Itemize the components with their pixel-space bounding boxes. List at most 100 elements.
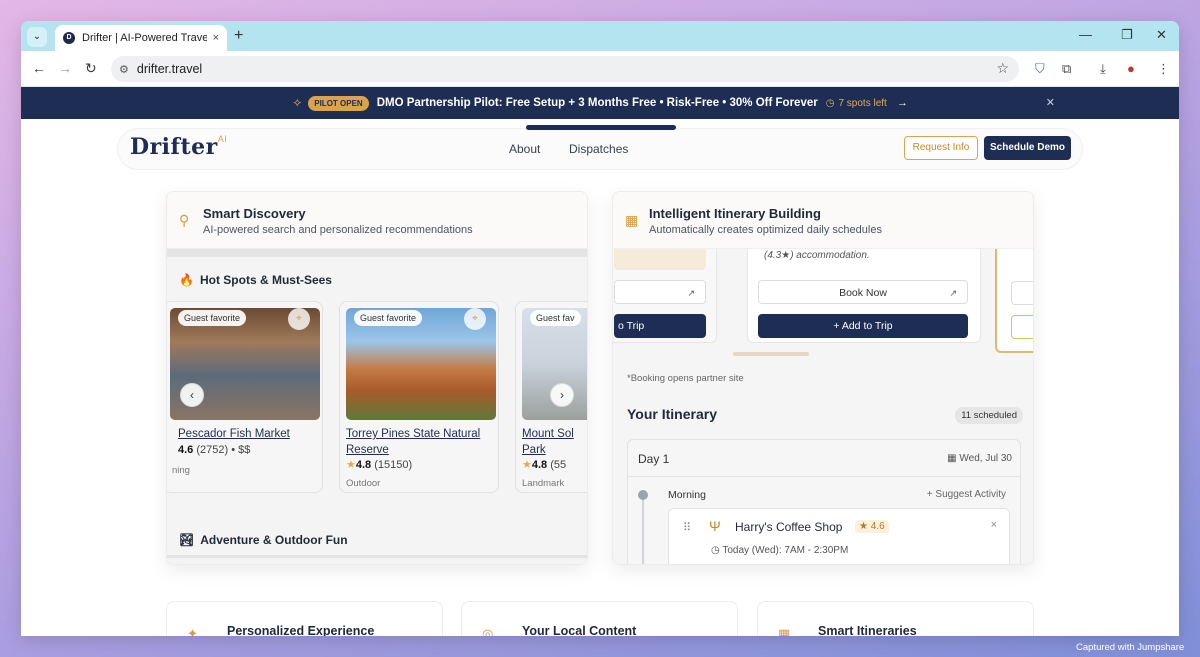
external-link-icon: ↗ <box>949 288 957 298</box>
feature-title: Your Local Content <box>522 624 637 636</box>
divider <box>628 476 1020 477</box>
browser-window: ⌄ D Drifter | AI-Powered Travel Planning… <box>21 21 1179 636</box>
itinerary-card: ▦ Intelligent Itinerary Building Automat… <box>612 191 1034 565</box>
suggest-activity-button[interactable]: + Suggest Activity <box>927 489 1006 500</box>
reload-icon[interactable]: ↻ <box>85 60 97 77</box>
place-rating: ★4.8 (15150) <box>346 459 413 471</box>
place-name[interactable]: Torrey Pines State Natural Reserve <box>346 426 496 458</box>
place-category: Landmark <box>522 478 565 489</box>
your-itinerary-heading: Your Itinerary <box>627 406 717 422</box>
tab-close-icon[interactable]: × <box>213 32 219 44</box>
itinerary-body: ↗ o Trip (4.3★) accommodation. Book Now ↗… <box>613 249 1033 564</box>
banner-arrow-icon[interactable]: → <box>897 97 908 109</box>
spots-left: 7 spots left <box>838 97 887 109</box>
place-rating: ★4.8 (55 <box>522 459 567 471</box>
banner-close-icon[interactable]: ✕ <box>1046 96 1055 109</box>
nav-dispatches-link[interactable]: Dispatches <box>569 142 628 156</box>
request-info-button[interactable]: Request Info <box>904 136 978 160</box>
fire-icon: 🔥 <box>179 273 194 287</box>
timeline-dot <box>638 490 648 500</box>
url-field[interactable]: ⚙ drifter.travel ☆ <box>111 56 1019 82</box>
itinerary-title: Intelligent Itinerary Building <box>649 206 821 221</box>
drag-handle-icon[interactable]: ⠿ <box>683 521 691 534</box>
day-date: ▦ Wed, Jul 30 <box>947 453 1012 464</box>
itinerary-subtitle: Automatically creates optimized daily sc… <box>649 224 882 236</box>
browser-tab[interactable]: D Drifter | AI-Powered Travel Planning × <box>55 25 227 51</box>
hot-spots-label: Hot Spots & Must-Sees <box>199 273 332 287</box>
activity-rating: ★ 4.6 <box>855 520 889 533</box>
place-name[interactable]: Pescador Fish Market <box>178 426 322 442</box>
shield-extension-icon[interactable]: ⛉ <box>1035 61 1045 77</box>
carousel-next-button[interactable]: › <box>550 383 574 407</box>
adventure-label: Adventure & Outdoor Fun <box>200 533 348 547</box>
tab-search-icon[interactable]: ⌄ <box>27 27 47 47</box>
adventure-heading: 🏞 Adventure & Outdoor Fun <box>179 533 348 547</box>
place-category: ning <box>172 465 190 476</box>
sparkle-icon: ✧ <box>292 96 303 110</box>
back-icon[interactable]: ← <box>32 60 46 76</box>
nav-indicator <box>526 125 676 130</box>
drifter-logo[interactable]: DrifterAI <box>130 134 227 160</box>
favicon-icon: D <box>63 32 75 44</box>
calendar-small-icon: ▦ <box>947 453 957 464</box>
book-now-button[interactable]: Book Now ↗ <box>758 280 968 304</box>
day-panel: Day 1 ▦ Wed, Jul 30 Morning + Suggest Ac… <box>627 439 1021 564</box>
menu-icon[interactable]: ⋮ <box>1157 61 1170 77</box>
minimize-icon[interactable]: — <box>1079 27 1092 42</box>
bookmark-star-icon[interactable]: ☆ <box>996 60 1009 77</box>
discovery-title: Smart Discovery <box>203 206 306 221</box>
feature-title: Smart Itineraries <box>818 624 917 636</box>
place-name[interactable]: Mount Sol Park <box>522 426 582 458</box>
map-pin-icon[interactable]: ⌖ <box>288 308 310 330</box>
morning-label: Morning <box>668 489 706 501</box>
map-pin-icon[interactable]: ⌖ <box>464 308 486 330</box>
booking-note: *Booking opens partner site <box>627 373 744 384</box>
schedule-demo-button[interactable]: Schedule Demo <box>984 136 1071 160</box>
book-now-button[interactable] <box>1011 281 1033 305</box>
feature-card: ◎ Your Local Content <box>461 601 738 636</box>
logo-ai: AI <box>217 134 228 144</box>
feature-card: ✦ Personalized Experience <box>166 601 443 636</box>
clock-icon: ◷ <box>825 97 835 109</box>
place-category: Outdoor <box>346 478 381 489</box>
carousel-prev-button[interactable]: ‹ <box>180 383 204 407</box>
external-link-icon: ↗ <box>687 288 695 298</box>
discovery-subtitle: AI-powered search and personalized recom… <box>203 224 473 236</box>
place-card[interactable]: Guest favorite ⌖ Torrey Pines State Natu… <box>339 301 499 493</box>
site-info-icon[interactable]: ⚙ <box>119 63 129 76</box>
profile-avatar-icon[interactable]: ● <box>1127 61 1135 76</box>
remove-activity-icon[interactable]: × <box>991 519 997 531</box>
restore-icon[interactable]: ❐ <box>1121 27 1133 43</box>
guest-favorite-badge: Guest fav <box>530 310 581 326</box>
sparkle-feature-icon: ✦ <box>187 626 198 636</box>
new-tab-button[interactable]: + <box>234 27 243 45</box>
banner-text: DMO Partnership Pilot: Free Setup + 3 Mo… <box>376 97 818 109</box>
activity-hours: ◷ Today (Wed): 7AM - 2:30PM <box>711 545 849 556</box>
suggestion-note <box>614 249 706 270</box>
guest-favorite-badge: Guest favorite <box>354 310 423 326</box>
smart-discovery-card: ⚲ Smart Discovery AI-powered search and … <box>166 191 588 565</box>
add-to-trip-button[interactable]: + Add to Trip <box>758 314 968 338</box>
selected-suggestion-card[interactable] <box>995 249 1033 353</box>
promo-banner: ✧ PILOT OPEN DMO Partnership Pilot: Free… <box>21 87 1179 119</box>
discovery-header: ⚲ Smart Discovery AI-powered search and … <box>167 192 587 249</box>
page-content: DrifterAI About Dispatches Request Info … <box>21 119 1179 636</box>
activity-card[interactable]: ⠿ Ψ Harry's Coffee Shop ★ 4.6 × ◷ Today … <box>668 508 1010 564</box>
address-bar-row: ← → ↻ ⚙ drifter.travel ☆ ⛉ ⧉ ⤓ ● ⋮ <box>21 51 1179 87</box>
close-window-icon[interactable]: ✕ <box>1156 27 1167 43</box>
download-icon[interactable]: ⤓ <box>1100 61 1106 77</box>
add-to-trip-button[interactable]: o Trip <box>614 314 706 338</box>
suggestion-card: (4.3★) accommodation. Book Now ↗ + Add to… <box>747 249 981 343</box>
nav-about-link[interactable]: About <box>509 142 540 156</box>
restaurant-icon: Ψ <box>709 518 721 534</box>
carousel-scrollbar[interactable] <box>733 352 809 356</box>
book-now-button[interactable]: ↗ <box>614 280 706 304</box>
extensions-icon[interactable]: ⧉ <box>1062 61 1071 77</box>
forward-icon[interactable]: → <box>58 60 72 76</box>
logo-text: Drifter <box>130 134 218 160</box>
accommodation-text: (4.3★) accommodation. <box>764 250 870 261</box>
add-to-trip-button[interactable] <box>1011 315 1033 339</box>
site-navbar: DrifterAI About Dispatches Request Info … <box>117 125 1083 170</box>
tab-strip: ⌄ D Drifter | AI-Powered Travel Planning… <box>21 21 1179 51</box>
suggestion-card: ↗ o Trip <box>613 249 717 343</box>
